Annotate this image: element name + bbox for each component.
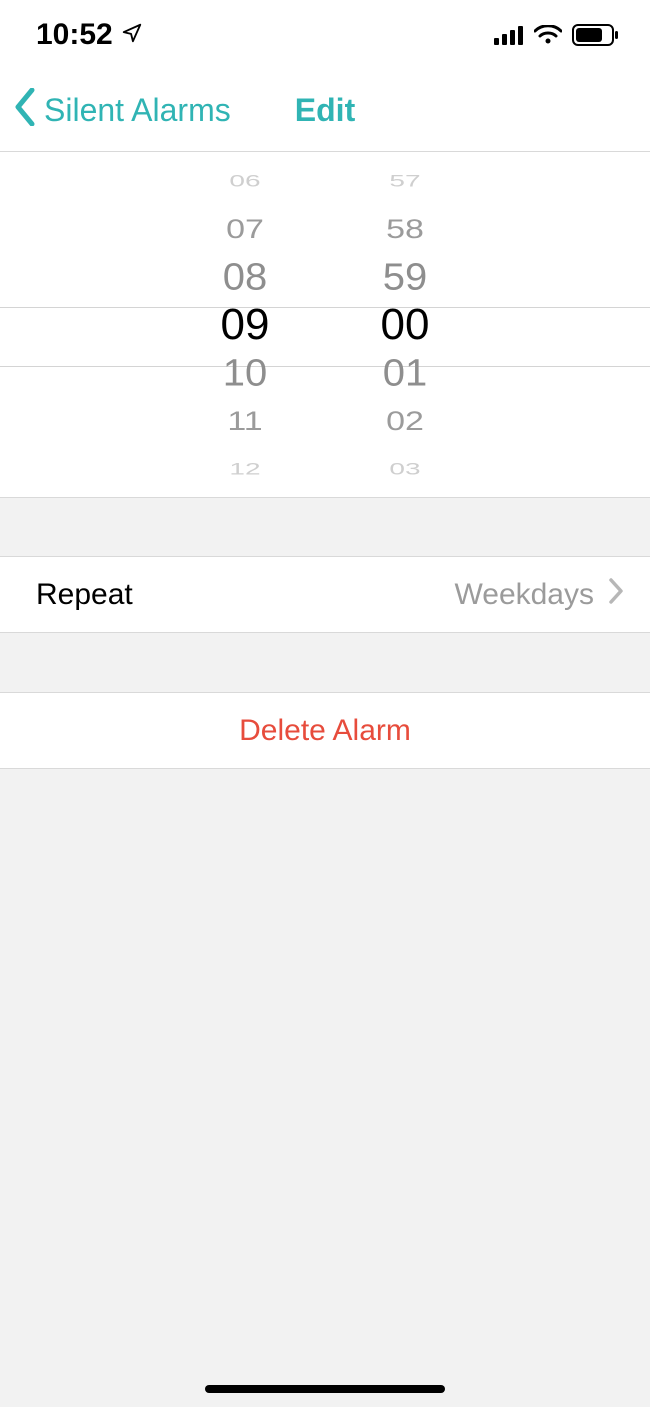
picker-item: 02: [370, 401, 440, 439]
picker-item: 58: [370, 209, 440, 247]
picker-item: 06: [210, 166, 280, 195]
picker-item: 08: [210, 253, 280, 299]
nav-bar: Silent Alarms Edit: [0, 70, 650, 152]
location-icon: [121, 18, 143, 52]
picker-item-selected: 09: [210, 301, 280, 349]
repeat-value: Weekdays: [454, 578, 594, 612]
page-title: Edit: [295, 92, 355, 129]
chevron-right-icon: [608, 578, 624, 612]
repeat-row[interactable]: Repeat Weekdays: [0, 557, 650, 633]
picker-item: 12: [210, 454, 280, 483]
picker-item-selected: 00: [370, 301, 440, 349]
picker-item: 11: [210, 401, 280, 439]
chevron-left-icon: [14, 88, 38, 134]
section-spacer: [0, 633, 650, 693]
back-button[interactable]: Silent Alarms: [0, 88, 231, 134]
time-picker[interactable]: 05 06 07 08 09 10 11 12 13 56 57 58 59 0…: [0, 152, 650, 497]
minute-picker[interactable]: 56 57 58 59 00 01 02 03 04: [370, 152, 440, 497]
picker-item: 59: [370, 253, 440, 299]
picker-item: 03: [370, 454, 440, 483]
home-indicator[interactable]: [205, 1385, 445, 1393]
hour-picker[interactable]: 05 06 07 08 09 10 11 12 13: [210, 152, 280, 497]
picker-item: 01: [370, 349, 440, 395]
picker-item: 10: [210, 349, 280, 395]
repeat-label: Repeat: [36, 578, 454, 612]
picker-item: 07: [210, 209, 280, 247]
status-bar: 10:52: [0, 0, 650, 70]
battery-icon: [572, 24, 618, 46]
back-label: Silent Alarms: [44, 92, 231, 129]
delete-alarm-button[interactable]: Delete Alarm: [0, 693, 650, 769]
wifi-icon: [534, 25, 562, 45]
status-left: 10:52: [36, 18, 143, 52]
delete-label: Delete Alarm: [239, 714, 411, 748]
status-time: 10:52: [36, 18, 113, 52]
section-spacer: [0, 497, 650, 557]
cellular-icon: [494, 25, 524, 45]
status-right: [494, 24, 618, 46]
picker-item: 57: [370, 166, 440, 195]
